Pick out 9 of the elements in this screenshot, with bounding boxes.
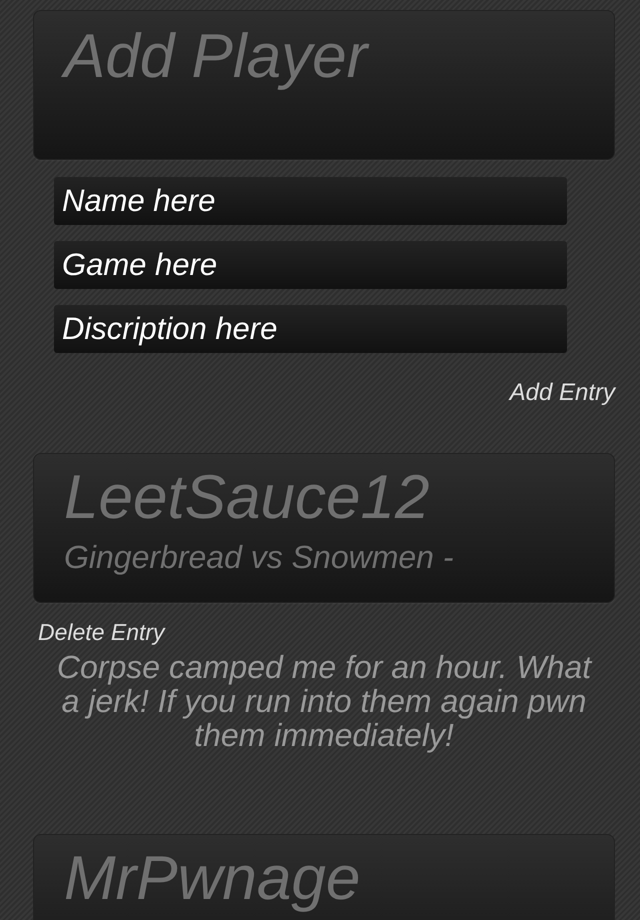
player-name: LeetSauce12 <box>64 462 430 534</box>
entry-description: Corpse camped me for an hour. What a jerk! If you run into them again pwn them immediately! <box>56 650 594 752</box>
add-entry-link[interactable]: Add Entry <box>510 375 615 411</box>
game-name: Gingerbread vs Snowmen - <box>64 538 455 578</box>
input-field[interactable]: Game here <box>54 241 567 289</box>
input-field[interactable]: Name here <box>54 177 567 225</box>
delete-entry-link[interactable]: Delete Entry <box>38 615 165 650</box>
input-field[interactable]: Discription here <box>54 305 567 353</box>
player-name: MrPwnage <box>64 843 362 914</box>
